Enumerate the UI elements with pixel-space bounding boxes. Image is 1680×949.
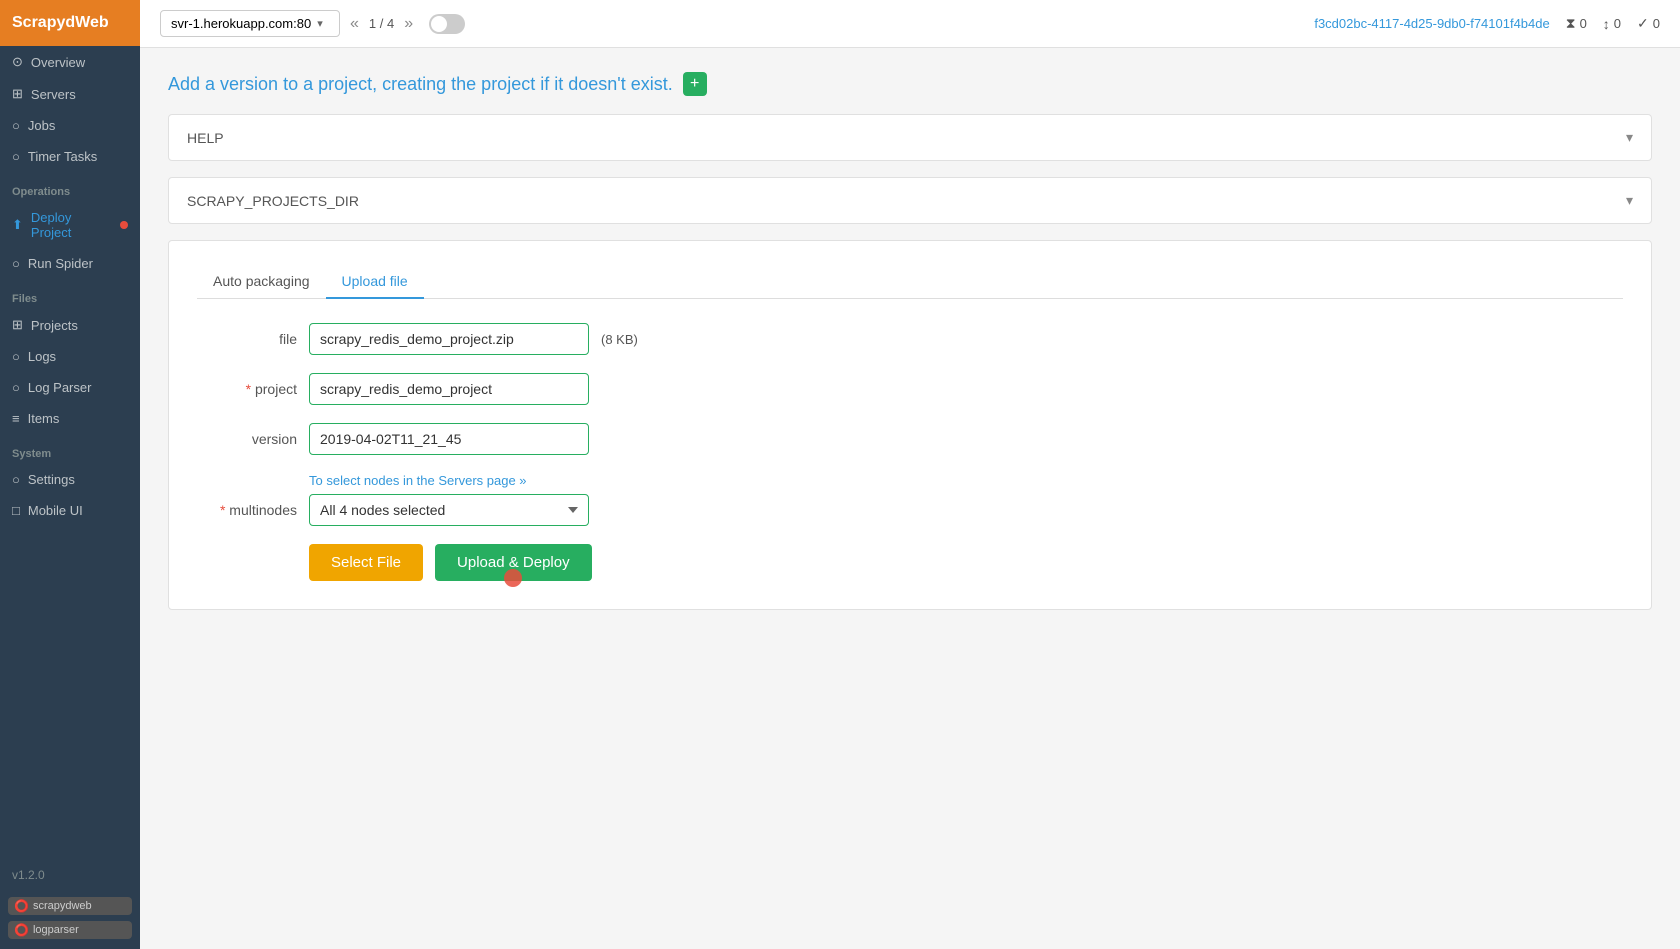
logparser-badge[interactable]: ⭕ logparser	[8, 921, 132, 939]
scrapy-projects-dir-label: SCRAPY_PROJECTS_DIR	[187, 193, 359, 209]
content-area: Add a version to a project, creating the…	[140, 48, 1680, 949]
sidebar-item-timer-tasks[interactable]: ○ Timer Tasks	[0, 141, 140, 172]
sidebar-item-servers[interactable]: ⊞ Servers	[0, 78, 140, 110]
sidebar-item-jobs[interactable]: ○ Jobs	[0, 110, 140, 141]
project-input[interactable]	[309, 373, 589, 405]
help-card: HELP ▾	[168, 114, 1652, 161]
sidebar-item-items[interactable]: ≡ Items	[0, 403, 140, 434]
file-input[interactable]	[309, 323, 589, 355]
checkmark-icon: ✓	[1637, 15, 1649, 32]
nav-next-icon[interactable]: »	[404, 15, 413, 33]
done-stat: ✓ 0	[1637, 15, 1660, 32]
server-select[interactable]: svr-1.herokuapp.com:80 ▾	[160, 10, 340, 37]
timer-tasks-icon: ○	[12, 149, 20, 164]
scrapy-projects-dir-card: SCRAPY_PROJECTS_DIR ▾	[168, 177, 1652, 224]
sidebar-item-overview[interactable]: ⊙ Overview	[0, 46, 140, 78]
files-section-label: Files	[0, 279, 140, 309]
page-title-text: Add a version to a project, creating the…	[168, 74, 673, 95]
sidebar-item-settings[interactable]: ○ Settings	[0, 464, 140, 495]
scrapy-projects-dir-chevron-icon: ▾	[1626, 192, 1633, 209]
select-file-button[interactable]: Select File	[309, 544, 423, 581]
sidebar-item-log-parser[interactable]: ○ Log Parser	[0, 372, 140, 403]
file-label: file	[197, 331, 297, 347]
operations-section-label: Operations	[0, 172, 140, 202]
sidebar-version: v1.2.0	[0, 856, 140, 894]
servers-page-link[interactable]: To select nodes in the Servers page »	[309, 473, 1623, 488]
topbar-right: f3cd02bc-4117-4d25-9db0-f74101f4b4de ⧗ 0…	[1314, 15, 1660, 32]
multinodes-row: multinodes All 4 nodes selected	[197, 494, 1623, 526]
hourglass-icon: ⧗	[1566, 15, 1576, 32]
help-chevron-icon: ▾	[1626, 129, 1633, 146]
deploy-project-icon: ⬆	[12, 217, 23, 233]
sidebar-item-projects[interactable]: ⊞ Projects	[0, 309, 140, 341]
file-row: file (8 KB)	[197, 323, 1623, 355]
topbar: svr-1.herokuapp.com:80 ▾ « 1 / 4 » f3cd0…	[140, 0, 1680, 48]
github-icon-logparser: ⭕	[14, 923, 29, 937]
add-button[interactable]: +	[683, 72, 707, 96]
projects-icon: ⊞	[12, 317, 23, 333]
overview-icon: ⊙	[12, 54, 23, 70]
click-indicator	[504, 569, 522, 587]
settings-icon: ○	[12, 472, 20, 487]
sidebar-item-deploy-project[interactable]: ⬆ Deploy Project	[0, 202, 140, 248]
active-dot	[120, 221, 128, 229]
version-input[interactable]	[309, 423, 589, 455]
sidebar-logo[interactable]: ScrapydWeb	[0, 0, 140, 46]
sidebar-item-logs[interactable]: ○ Logs	[0, 341, 140, 372]
auto-refresh-toggle[interactable]	[429, 14, 465, 34]
button-row: Select File Upload & Deploy	[309, 544, 1623, 581]
servers-icon: ⊞	[12, 86, 23, 102]
run-spider-icon: ○	[12, 256, 20, 271]
server-select-value: svr-1.herokuapp.com:80	[171, 16, 311, 31]
items-icon: ≡	[12, 411, 20, 426]
sidebar-item-run-spider[interactable]: ○ Run Spider	[0, 248, 140, 279]
form-card: Auto packaging Upload file file (8 KB) p…	[168, 240, 1652, 610]
tab-upload-file[interactable]: Upload file	[326, 265, 424, 299]
sidebar: ScrapydWeb ⊙ Overview ⊞ Servers ○ Jobs ○…	[0, 0, 140, 949]
help-label: HELP	[187, 130, 224, 146]
multinodes-label: multinodes	[197, 502, 297, 518]
jobs-icon: ○	[12, 118, 20, 133]
server-id-link[interactable]: f3cd02bc-4117-4d25-9db0-f74101f4b4de	[1314, 16, 1549, 31]
file-size-label: (8 KB)	[601, 332, 638, 347]
log-parser-icon: ○	[12, 380, 20, 395]
scrapydweb-badge[interactable]: ⭕ scrapydweb	[8, 897, 132, 915]
scrapy-projects-dir-collapsible[interactable]: SCRAPY_PROJECTS_DIR ▾	[169, 178, 1651, 223]
version-row: version	[197, 423, 1623, 455]
multinodes-select[interactable]: All 4 nodes selected	[309, 494, 589, 526]
mobile-ui-icon: □	[12, 503, 20, 518]
page-indicator: 1 / 4	[369, 16, 394, 31]
version-label: version	[197, 431, 297, 447]
nav-arrows: «	[350, 15, 359, 33]
page-title-bar: Add a version to a project, creating the…	[168, 72, 1652, 96]
form-tabs: Auto packaging Upload file	[197, 265, 1623, 299]
project-label: project	[197, 381, 297, 397]
running-icon: ↕	[1603, 16, 1610, 32]
logs-icon: ○	[12, 349, 20, 364]
help-collapsible[interactable]: HELP ▾	[169, 115, 1651, 160]
github-icon-scrapydweb: ⭕	[14, 899, 29, 913]
running-stat: ↕ 0	[1603, 16, 1621, 32]
project-row: project	[197, 373, 1623, 405]
tab-auto-packaging[interactable]: Auto packaging	[197, 265, 326, 299]
hourglass-stat: ⧗ 0	[1566, 15, 1587, 32]
system-section-label: System	[0, 434, 140, 464]
server-select-chevron-icon: ▾	[317, 17, 323, 30]
sidebar-item-mobile-ui[interactable]: □ Mobile UI	[0, 495, 140, 526]
main-panel: svr-1.herokuapp.com:80 ▾ « 1 / 4 » f3cd0…	[140, 0, 1680, 949]
upload-deploy-button[interactable]: Upload & Deploy	[435, 544, 592, 581]
nav-prev-icon[interactable]: «	[350, 15, 359, 33]
